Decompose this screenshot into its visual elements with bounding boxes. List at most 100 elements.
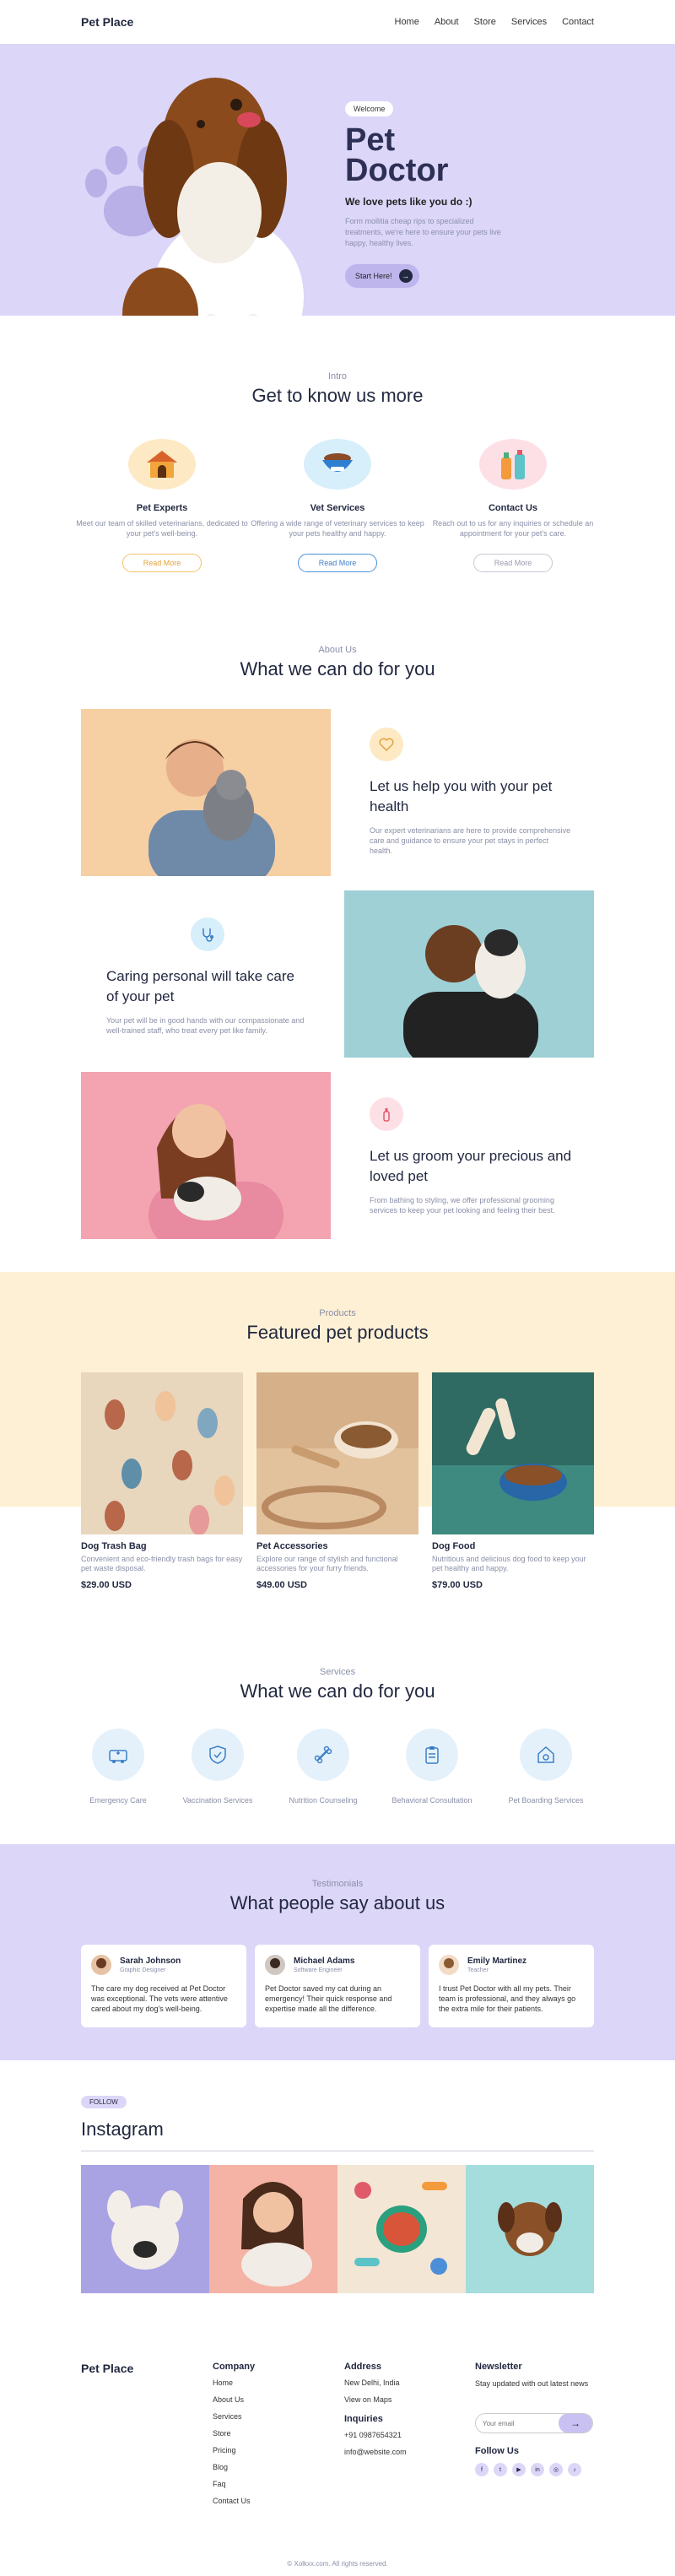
nav-contact[interactable]: Contact <box>562 17 594 27</box>
card-desc: Reach out to us for any inquiries or sch… <box>432 519 594 538</box>
accessories-image <box>256 1372 418 1534</box>
footer-link-home[interactable]: Home <box>213 2378 255 2387</box>
hero-dog-image <box>122 78 304 316</box>
service-label: Vaccination Services <box>182 1796 253 1805</box>
product-card-dog-food[interactable]: Dog Food Nutritious and delicious dog fo… <box>432 1372 594 1590</box>
product-card-trash-bag[interactable]: Dog Trash Bag Convenient and eco-friendl… <box>81 1372 243 1590</box>
footer-heading: Follow Us <box>475 2446 519 2456</box>
subscribe-button[interactable]: → <box>559 2414 592 2433</box>
nav-home[interactable]: Home <box>395 17 419 27</box>
testimonial-card: Emily Martinez Teacher I trust Pet Docto… <box>429 1945 594 2027</box>
testimonial-quote: The care my dog received at Pet Doctor w… <box>91 1984 228 2013</box>
newsletter-email-input[interactable] <box>476 2419 559 2427</box>
hero-title: Pet Doctor <box>345 124 531 188</box>
instagram-photo-bulldog[interactable] <box>81 2165 209 2293</box>
read-more-button[interactable]: Read More <box>122 554 202 572</box>
site-header: Pet Place Home About Store Services Cont… <box>0 0 675 44</box>
facebook-icon[interactable]: f <box>475 2463 489 2476</box>
address-line: New Delhi, India <box>344 2378 400 2387</box>
footer-link-contact[interactable]: Contact Us <box>213 2497 255 2505</box>
instagram-icon[interactable]: ◎ <box>549 2463 563 2476</box>
product-desc: Convenient and eco-friendly trash bags f… <box>81 1555 243 1572</box>
bone-icon <box>297 1729 349 1781</box>
intro-title: Get to know us more <box>251 385 424 406</box>
about-row-health: Let us help you with your pet health Our… <box>81 709 594 876</box>
welcome-badge: Welcome <box>345 101 394 116</box>
card-title: Contact Us <box>488 503 538 513</box>
footer-link-pricing[interactable]: Pricing <box>213 2446 255 2454</box>
row-title: Caring personal will take care of your p… <box>106 968 294 1004</box>
newsletter-form: → <box>475 2413 593 2433</box>
product-price: $49.00 USD <box>256 1580 307 1590</box>
product-price: $79.00 USD <box>432 1580 483 1590</box>
row-title: Let us groom your precious and loved pet <box>370 1148 572 1184</box>
service-boarding[interactable]: Pet Boarding Services <box>495 1729 597 1805</box>
footer-logo[interactable]: Pet Place <box>81 2362 133 2375</box>
footer-heading: Address <box>344 2362 382 2372</box>
footer-link-services[interactable]: Services <box>213 2412 255 2421</box>
view-on-maps-link[interactable]: View on Maps <box>344 2395 407 2404</box>
nav-services[interactable]: Services <box>511 17 547 27</box>
testimonial-quote: I trust Pet Doctor with all my pets. The… <box>439 1984 576 2013</box>
site-logo[interactable]: Pet Place <box>81 15 133 29</box>
intro-card-vet-services: Vet Services Offering a wide range of ve… <box>249 439 426 572</box>
product-name: Dog Trash Bag <box>81 1541 147 1551</box>
service-vaccination[interactable]: Vaccination Services <box>167 1729 268 1805</box>
footer-link-blog[interactable]: Blog <box>213 2463 255 2471</box>
page: Pet Place Home About Store Services Cont… <box>0 0 675 2576</box>
ambulance-icon <box>92 1729 144 1781</box>
newsletter-text: Stay updated with out latest news <box>475 2379 589 2388</box>
service-emergency-care[interactable]: Emergency Care <box>68 1729 169 1805</box>
row-desc: From bathing to styling, we offer profes… <box>370 1196 555 1215</box>
food-bowl-icon <box>304 439 371 490</box>
instagram-title: Instagram <box>81 2119 164 2140</box>
avatar <box>265 1955 285 1975</box>
intro-card-pet-experts: Pet Experts Meet our team of skilled vet… <box>73 439 251 572</box>
card-title: Pet Experts <box>136 503 188 513</box>
instagram-photo-woman-dog[interactable] <box>209 2165 338 2293</box>
arrow-right-icon: → <box>570 2417 580 2429</box>
nav-about[interactable]: About <box>435 17 459 27</box>
about-title: What we can do for you <box>240 658 435 679</box>
testimonial-name: Emily Martinez <box>467 1956 527 1966</box>
service-behavioral[interactable]: Behavioral Consultation <box>381 1729 483 1805</box>
footer-link-about[interactable]: About Us <box>213 2395 255 2404</box>
start-here-button[interactable]: Start Here! → <box>345 264 419 288</box>
trash-bag-image <box>81 1372 243 1534</box>
start-here-label: Start Here! <box>355 272 392 280</box>
testimonials-eyebrow: Testimonials <box>311 1879 364 1889</box>
service-label: Behavioral Consultation <box>392 1796 472 1805</box>
dog-house-icon <box>128 439 196 490</box>
about-text-groom: Let us groom your precious and loved pet… <box>370 1097 572 1215</box>
instagram-photo-toys[interactable] <box>338 2165 466 2293</box>
tiktok-icon[interactable]: ♪ <box>568 2463 581 2476</box>
service-nutrition[interactable]: Nutrition Counseling <box>273 1729 374 1805</box>
shield-icon <box>192 1729 244 1781</box>
read-more-button[interactable]: Read More <box>297 554 378 572</box>
hero-section: Welcome Pet Doctor We love pets like you… <box>0 44 675 316</box>
product-card-accessories[interactable]: Pet Accessories Explore our range of sty… <box>256 1372 418 1590</box>
twitter-icon[interactable]: t <box>494 2463 507 2476</box>
service-label: Nutrition Counseling <box>289 1796 358 1805</box>
footer-company: Company Home About Us Services Store Pri… <box>213 2362 255 2514</box>
hero-title-line2: Doctor <box>345 153 449 188</box>
youtube-icon[interactable]: ▶ <box>512 2463 526 2476</box>
about-row-groom: Let us groom your precious and loved pet… <box>81 1072 594 1239</box>
instagram-photo-dog-peek[interactable] <box>466 2165 594 2293</box>
read-more-button[interactable]: Read More <box>472 554 554 572</box>
footer-link-store[interactable]: Store <box>213 2429 255 2438</box>
intro-card-contact-us: Contact Us Reach out to us for any inqui… <box>424 439 602 572</box>
woman-with-dog-photo <box>81 1072 331 1239</box>
linkedin-icon[interactable]: in <box>531 2463 544 2476</box>
avatar <box>91 1955 111 1975</box>
nav-store[interactable]: Store <box>474 17 496 27</box>
service-label: Pet Boarding Services <box>508 1796 584 1805</box>
phone-link[interactable]: +91 0987654321 <box>344 2431 407 2439</box>
footer-link-faq[interactable]: Faq <box>213 2480 255 2488</box>
email-link[interactable]: info@website.com <box>344 2448 407 2456</box>
about-row-caring: Caring personal will take care of your p… <box>81 890 594 1058</box>
products-eyebrow: Products <box>319 1308 356 1318</box>
product-name: Pet Accessories <box>256 1541 328 1551</box>
footer-heading: Company <box>213 2362 256 2372</box>
services-eyebrow: Services <box>319 1667 356 1677</box>
